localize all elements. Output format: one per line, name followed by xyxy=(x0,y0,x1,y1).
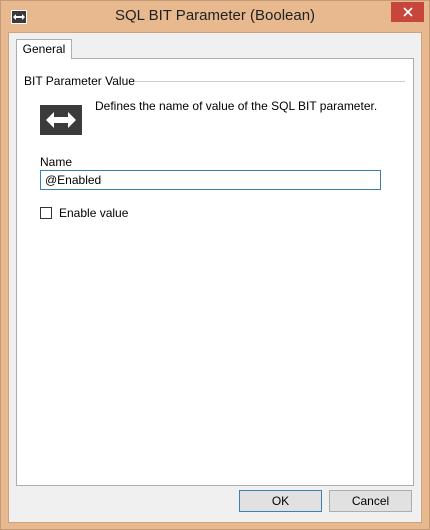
title-bar[interactable]: SQL BIT Parameter (Boolean) xyxy=(1,1,429,32)
group-title: BIT Parameter Value xyxy=(24,74,135,88)
dialog-window: SQL BIT Parameter (Boolean) General BIT … xyxy=(0,0,430,530)
name-input[interactable] xyxy=(40,170,381,190)
enable-value-checkbox[interactable] xyxy=(40,207,52,219)
bidirectional-arrow-icon xyxy=(40,105,82,135)
window-title: SQL BIT Parameter (Boolean) xyxy=(114,7,316,24)
close-button[interactable] xyxy=(391,2,424,22)
dialog-client: General BIT Parameter Value Defines the … xyxy=(8,32,422,523)
tab-page-general: BIT Parameter Value Defines the name of … xyxy=(16,58,414,486)
enable-value-row[interactable]: Enable value xyxy=(40,206,128,220)
tab-general[interactable]: General xyxy=(16,39,72,59)
ok-button[interactable]: OK xyxy=(239,490,322,512)
enable-value-label[interactable]: Enable value xyxy=(59,206,128,220)
cancel-button[interactable]: Cancel xyxy=(329,490,412,512)
name-label: Name xyxy=(40,155,73,169)
group-description: Defines the name of value of the SQL BIT… xyxy=(95,99,378,113)
group-divider xyxy=(135,81,405,82)
close-icon xyxy=(402,7,413,17)
